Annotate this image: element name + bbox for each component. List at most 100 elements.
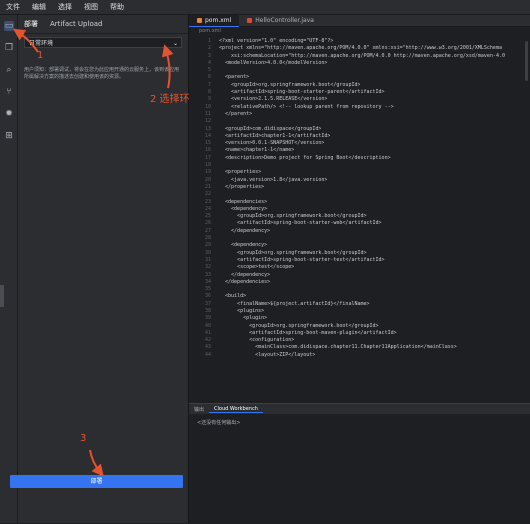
line-number: 20 xyxy=(204,176,211,183)
line-number: 37 xyxy=(204,300,211,307)
menu-bar: 文件 编辑 选择 视图 帮助 xyxy=(0,0,530,15)
code-line: 8 <artifactId>spring-boot-starter-parent… xyxy=(189,89,530,96)
tab-output[interactable]: 输出 xyxy=(189,406,209,413)
code-text: <artifactId>spring-boot-starter-parent</… xyxy=(219,89,385,96)
code-line: 16 <name>chapter1-1</name> xyxy=(189,147,530,154)
editor-area: pom.xml HelloController.java pom.xml 1 <?… xyxy=(189,14,530,403)
line-number: 9 xyxy=(207,96,211,103)
code-line: 39 <plugin> xyxy=(189,315,530,322)
sidebar-resize-handle[interactable] xyxy=(0,285,4,307)
output-text: <还没有任何输出> xyxy=(197,420,241,426)
code-line: 14 <artifactId>chapter1-1</artifactId> xyxy=(189,133,530,140)
code-line: 30 <groupId>org.springframework.boot</gr… xyxy=(189,250,530,257)
code-line: 1 <?xml version="1.0" encoding="UTF-8"?> xyxy=(189,38,530,45)
code-line: 37 <finalName>${project.artifactId}</fin… xyxy=(189,301,530,308)
search-icon[interactable]: ⌕ xyxy=(4,65,14,75)
line-number: 17 xyxy=(204,154,211,161)
environment-select[interactable]: 日常环境 ⌄ xyxy=(24,37,182,48)
code-line: 13 <groupId>com.didispace</groupId> xyxy=(189,126,530,133)
environment-select-value: 日常环境 xyxy=(29,40,54,47)
code-text: <groupId>com.didispace</groupId> xyxy=(219,125,322,132)
code-text: <groupId>org.springframework.boot</group… xyxy=(219,81,361,88)
code-line: 7 <groupId>org.springframework.boot</gro… xyxy=(189,82,530,89)
code-text: <parent> xyxy=(219,74,250,81)
line-number: 8 xyxy=(207,89,211,96)
java-file-icon xyxy=(247,18,253,23)
code-text: <artifactId>spring-boot-starter-web</art… xyxy=(219,220,382,227)
code-text: <dependency> xyxy=(219,242,268,249)
tab-hellocontroller-java[interactable]: HelloController.java xyxy=(239,15,322,26)
line-number: 7 xyxy=(207,81,211,88)
code-text: <relativePath/> <!-- lookup parent from … xyxy=(219,103,394,110)
code-text: <version>0.0.1-SNAPSHOT</version> xyxy=(219,140,325,147)
code-text: <java.version>1.8</java.version> xyxy=(219,176,328,183)
code-line: 31 <artifactId>spring-boot-starter-test<… xyxy=(189,257,530,264)
debug-icon[interactable]: ✹ xyxy=(4,109,14,119)
code-text: <configuration> xyxy=(219,337,295,344)
code-line: 2 <project xmlns="http://maven.apache.org… xyxy=(189,45,530,52)
line-number: 24 xyxy=(204,205,211,212)
code-text: <groupId>org.springframework.boot</group… xyxy=(219,322,379,329)
line-number: 38 xyxy=(204,307,211,314)
code-text: <artifactId>chapter1-1</artifactId> xyxy=(219,132,331,139)
source-control-icon[interactable]: ⑂ xyxy=(4,87,14,97)
line-number: 5 xyxy=(207,67,211,74)
code-text: xsi:schemaLocation="http://maven.apache.… xyxy=(219,52,505,59)
code-text: <?xml version="1.0" encoding="UTF-8"?> xyxy=(219,38,334,44)
menu-file[interactable]: 文件 xyxy=(0,2,26,12)
bottom-panel: 输出 Cloud Workbench <还没有任何输出> xyxy=(189,403,530,524)
line-number: 43 xyxy=(204,344,211,351)
line-number: 44 xyxy=(204,351,211,358)
line-number: 33 xyxy=(204,271,211,278)
code-editor[interactable]: 1 <?xml version="1.0" encoding="UTF-8"?> 2… xyxy=(189,38,530,359)
code-line: 11 </parent> xyxy=(189,111,530,118)
code-text: <groupId>org.springframework.boot</group… xyxy=(219,249,367,256)
tab-artifact-upload[interactable]: Artifact Upload xyxy=(44,20,108,28)
code-text: </parent> xyxy=(219,110,253,117)
line-number: 36 xyxy=(204,293,211,300)
menu-view[interactable]: 视图 xyxy=(78,2,104,12)
deploy-button[interactable]: 部署 xyxy=(10,475,183,488)
line-number: 10 xyxy=(204,103,211,110)
code-text: <artifactId>spring-boot-maven-plugin</ar… xyxy=(219,329,397,336)
tab-cloud-workbench[interactable]: Cloud Workbench xyxy=(209,406,263,413)
code-line: 40 <groupId>org.springframework.boot</gr… xyxy=(189,323,530,330)
code-text: <project xmlns="http://maven.apache.org/… xyxy=(219,45,502,52)
editor-scrollbar[interactable] xyxy=(525,41,528,81)
code-text: <version>2.1.5.RELEASE</version> xyxy=(219,96,328,103)
extensions-icon[interactable]: ⊞ xyxy=(4,131,14,141)
tab-deploy[interactable]: 部署 xyxy=(18,19,44,29)
annotation-step-1: 1 xyxy=(37,50,44,61)
tab-label: pom.xml xyxy=(205,16,232,24)
code-line: 43 <mainClass>com.didispace.chapter11.Ch… xyxy=(189,344,530,351)
code-text: </dependency> xyxy=(219,227,271,234)
line-number: 12 xyxy=(204,118,211,125)
line-number: 39 xyxy=(204,315,211,322)
activity-bar: ▭ ❐ ⌕ ⑂ ✹ ⊞ xyxy=(0,15,18,523)
line-number: 41 xyxy=(204,329,211,336)
code-line: 28 xyxy=(189,235,530,242)
tab-pom-xml[interactable]: pom.xml xyxy=(189,14,240,27)
menu-select[interactable]: 选择 xyxy=(52,2,78,12)
line-number: 18 xyxy=(204,162,211,169)
code-text: </dependencies> xyxy=(219,278,271,285)
menu-edit[interactable]: 编辑 xyxy=(26,2,52,12)
files-icon[interactable]: ❐ xyxy=(4,43,14,53)
deploy-icon[interactable]: ▭ xyxy=(4,21,14,31)
code-text: </properties> xyxy=(219,183,265,190)
code-line: 10 <relativePath/> <!-- lookup parent fr… xyxy=(189,104,530,111)
line-number: 6 xyxy=(207,74,211,81)
code-line: 5 xyxy=(189,67,530,74)
code-line: 42 <configuration> xyxy=(189,337,530,344)
code-text: <mainClass>com.didispace.chapter11.Chapt… xyxy=(219,344,457,351)
menu-help[interactable]: 帮助 xyxy=(104,2,130,12)
code-line: 15 <version>0.0.1-SNAPSHOT</version> xyxy=(189,140,530,147)
user-notice: 用户须知：部署调试，将会在您为此应用开通的云服务上，该到该应用所属解决方案的描述… xyxy=(24,67,180,80)
editor-tabs: pom.xml HelloController.java xyxy=(189,14,530,27)
breadcrumb[interactable]: pom.xml xyxy=(189,27,530,36)
code-line: 38 <plugins> xyxy=(189,308,530,315)
code-line: 44 <layout>ZIP</layout> xyxy=(189,352,530,359)
line-number: 4 xyxy=(207,59,211,66)
code-line: 9 <version>2.1.5.RELEASE</version> xyxy=(189,96,530,103)
line-number: 32 xyxy=(204,264,211,271)
